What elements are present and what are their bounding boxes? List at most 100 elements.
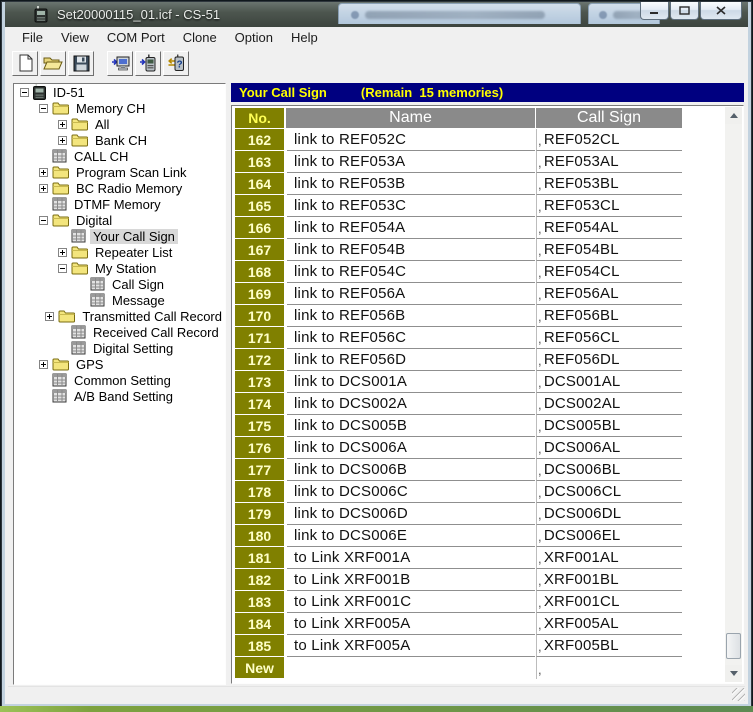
plus-expander-icon[interactable] <box>39 184 48 193</box>
tree-item-bank-ch[interactable]: Bank CH <box>14 132 225 148</box>
tree-item-digital[interactable]: Digital <box>14 212 225 228</box>
call-sign-cell[interactable]: DCS006AL <box>536 437 682 459</box>
tree-item-transmitted-call-record[interactable]: Transmitted Call Record <box>14 308 225 324</box>
column-header-call-sign[interactable]: Call Sign <box>536 108 682 128</box>
tree-item-label[interactable]: CALL CH <box>71 149 131 164</box>
clone-info-button[interactable]: ⇆? <box>163 51 189 76</box>
call-sign-cell[interactable] <box>536 657 682 679</box>
call-sign-cell[interactable]: REF056CL <box>536 327 682 349</box>
new-file-button[interactable] <box>12 51 38 76</box>
row-number-cell[interactable]: 162 <box>235 129 284 150</box>
row-number-cell[interactable]: 171 <box>235 327 284 348</box>
tree-item-label[interactable]: Digital Setting <box>90 341 176 356</box>
call-sign-cell[interactable]: XRF005AL <box>536 613 682 635</box>
row-number-cell[interactable]: 168 <box>235 261 284 282</box>
row-number-cell[interactable]: 166 <box>235 217 284 238</box>
row-number-cell[interactable]: 164 <box>235 173 284 194</box>
title-bar[interactable]: Set20000115_01.icf - CS-51 <box>5 2 748 27</box>
call-sign-cell[interactable]: DCS006EL <box>536 525 682 547</box>
name-cell[interactable] <box>287 657 535 679</box>
call-sign-cell[interactable]: DCS002AL <box>536 393 682 415</box>
close-button[interactable] <box>700 2 742 20</box>
tree-item-call-sign[interactable]: Call Sign <box>14 276 225 292</box>
column-header-no[interactable]: No. <box>235 108 284 128</box>
tree-item-label[interactable]: Repeater List <box>92 245 175 260</box>
call-sign-cell[interactable]: REF056AL <box>536 283 682 305</box>
tree-item-call-ch[interactable]: CALL CH <box>14 148 225 164</box>
scrollbar-thumb[interactable] <box>726 633 741 659</box>
name-cell[interactable]: link to DCS006E <box>287 525 535 547</box>
row-number-cell[interactable]: 175 <box>235 415 284 436</box>
column-header-name[interactable]: Name <box>286 108 535 128</box>
call-sign-cell[interactable]: XRF001CL <box>536 591 682 613</box>
call-sign-cell[interactable]: DCS005BL <box>536 415 682 437</box>
background-browser-tab[interactable] <box>338 3 581 24</box>
name-cell[interactable]: link to REF053C <box>287 195 535 217</box>
menu-com-port[interactable]: COM Port <box>98 28 174 47</box>
name-cell[interactable]: to Link XRF001C <box>287 591 535 613</box>
tree-item-digital-setting[interactable]: Digital Setting <box>14 340 225 356</box>
tree-item-label[interactable]: All <box>92 117 112 132</box>
tree-item-label[interactable]: Your Call Sign <box>90 229 178 244</box>
open-file-button[interactable] <box>40 51 66 76</box>
row-number-cell[interactable]: 176 <box>235 437 284 458</box>
tree-item-label[interactable]: Digital <box>73 213 115 228</box>
call-sign-cell[interactable]: REF054CL <box>536 261 682 283</box>
call-sign-cell[interactable]: DCS006DL <box>536 503 682 525</box>
tree-item-a-b-band-setting[interactable]: A/B Band Setting <box>14 388 225 404</box>
call-sign-cell[interactable]: DCS001AL <box>536 371 682 393</box>
row-number-cell[interactable]: 172 <box>235 349 284 370</box>
plus-expander-icon[interactable] <box>39 360 48 369</box>
tree-item-label[interactable]: ID-51 <box>50 85 88 100</box>
row-number-cell[interactable]: 165 <box>235 195 284 216</box>
minus-expander-icon[interactable] <box>39 104 48 113</box>
tree-item-label[interactable]: A/B Band Setting <box>71 389 176 404</box>
name-cell[interactable]: link to DCS006B <box>287 459 535 481</box>
name-cell[interactable]: link to REF053B <box>287 173 535 195</box>
tree-item-label[interactable]: My Station <box>92 261 159 276</box>
menu-option[interactable]: Option <box>226 28 282 47</box>
tree-item-label[interactable]: Message <box>109 293 168 308</box>
tree-item-my-station[interactable]: My Station <box>14 260 225 276</box>
row-number-cell[interactable]: 182 <box>235 569 284 590</box>
call-sign-cell[interactable]: REF052CL <box>536 129 682 151</box>
menu-clone[interactable]: Clone <box>174 28 226 47</box>
tree-item-label[interactable]: DTMF Memory <box>71 197 164 212</box>
minimize-button[interactable] <box>640 2 669 20</box>
call-sign-cell[interactable]: REF053CL <box>536 195 682 217</box>
tree-item-message[interactable]: Message <box>14 292 225 308</box>
row-number-cell[interactable]: 184 <box>235 613 284 634</box>
row-number-cell[interactable]: 177 <box>235 459 284 480</box>
tree-item-program-scan-link[interactable]: Program Scan Link <box>14 164 225 180</box>
call-sign-cell[interactable]: XRF001AL <box>536 547 682 569</box>
tree-item-dtmf-memory[interactable]: DTMF Memory <box>14 196 225 212</box>
resize-grip[interactable] <box>732 688 745 701</box>
tree-item-id-51[interactable]: ID-51 <box>14 84 225 100</box>
menu-help[interactable]: Help <box>282 28 327 47</box>
plus-expander-icon[interactable] <box>39 168 48 177</box>
tree-item-label[interactable]: Call Sign <box>109 277 167 292</box>
tree-item-received-call-record[interactable]: Received Call Record <box>14 324 225 340</box>
name-cell[interactable]: link to DCS006C <box>287 481 535 503</box>
name-cell[interactable]: link to REF053A <box>287 151 535 173</box>
call-sign-cell[interactable]: XRF001BL <box>536 569 682 591</box>
name-cell[interactable]: link to REF052C <box>287 129 535 151</box>
name-cell[interactable]: to Link XRF001A <box>287 547 535 569</box>
name-cell[interactable]: link to REF054C <box>287 261 535 283</box>
clone-write-button[interactable] <box>135 51 161 76</box>
minus-expander-icon[interactable] <box>58 264 67 273</box>
row-number-cell[interactable]: 180 <box>235 525 284 546</box>
scroll-down-button[interactable] <box>725 665 742 682</box>
plus-expander-icon[interactable] <box>45 312 54 321</box>
tree-item-repeater-list[interactable]: Repeater List <box>14 244 225 260</box>
plus-expander-icon[interactable] <box>58 120 67 129</box>
name-cell[interactable]: link to REF054A <box>287 217 535 239</box>
row-number-cell[interactable]: 183 <box>235 591 284 612</box>
call-sign-cell[interactable]: DCS006CL <box>536 481 682 503</box>
row-number-cell[interactable]: 178 <box>235 481 284 502</box>
row-number-cell[interactable]: 181 <box>235 547 284 568</box>
menu-file[interactable]: File <box>13 28 52 47</box>
tree-item-label[interactable]: Memory CH <box>73 101 148 116</box>
tree-item-bc-radio-memory[interactable]: BC Radio Memory <box>14 180 225 196</box>
tree-item-memory-ch[interactable]: Memory CH <box>14 100 225 116</box>
